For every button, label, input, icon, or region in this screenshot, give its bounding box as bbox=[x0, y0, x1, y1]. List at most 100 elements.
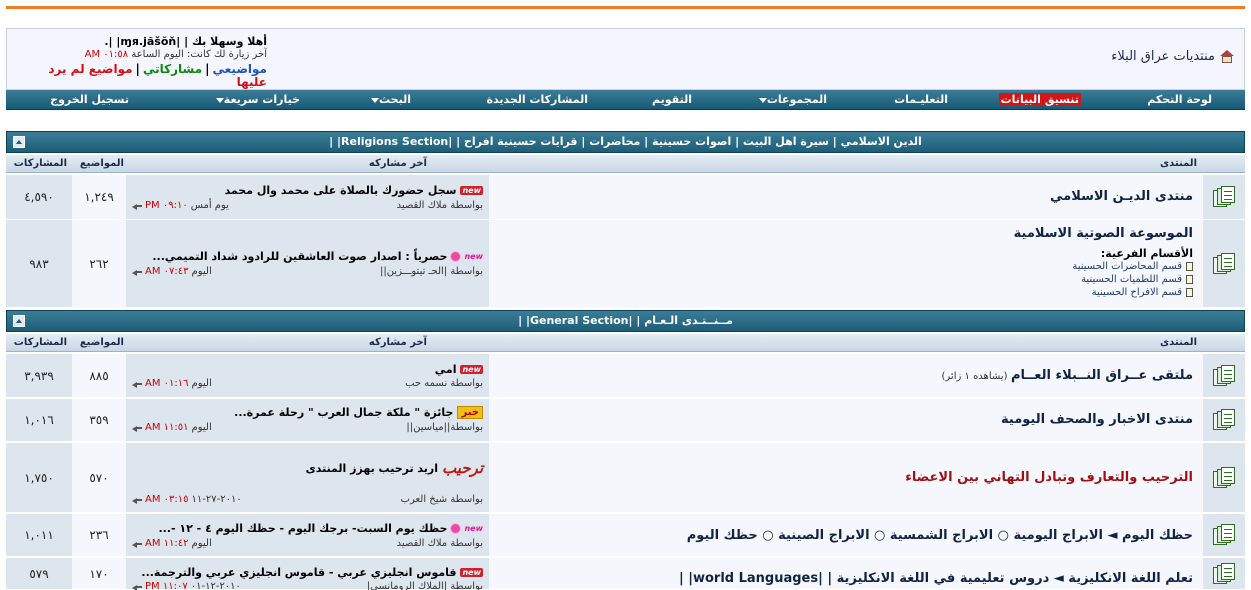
forum-row: الترحيب والتعارف وتبادل التهاني بين الاع… bbox=[6, 443, 1245, 513]
forum-name-link[interactable]: الموسوعة الصوتية الاسلامية bbox=[499, 226, 1193, 241]
welcome-text: أهلا وسهلا بك | |ɱя.jăšŏň| |. bbox=[104, 35, 267, 48]
last-post-title[interactable]: new قاموس انجليزي عربي - قاموس انجليزي عر… bbox=[141, 566, 483, 579]
last-post: خبر جائزة " ملكة جمال العرب " رحلة عمرة..… bbox=[126, 399, 489, 441]
last-post-title-text[interactable]: جائزة " ملكة جمال العرب " رحلة عمرة... bbox=[234, 406, 453, 419]
nav-groups-label: المجموعات bbox=[766, 93, 827, 106]
forum-folder-icon bbox=[1212, 409, 1236, 431]
category-title[interactable]: مــنــتـدى الـعـام | |General Section| | bbox=[518, 314, 733, 327]
last-post-author[interactable]: بواسطة شيخ العرب bbox=[401, 494, 483, 505]
nav-calendar[interactable]: التقويم bbox=[652, 93, 692, 106]
subforum-doc-icon bbox=[1186, 288, 1193, 297]
nav-control-panel[interactable]: لوحة التحكم bbox=[1147, 93, 1212, 106]
forum-row: منتدى الاخبار والصحف اليومية خبر جائزة " … bbox=[6, 399, 1245, 442]
last-post-date: اليوم ٠٧:٤٣ AM bbox=[132, 266, 212, 277]
col-posts: المشاركات bbox=[13, 158, 67, 169]
forum-row: الموسوعة الصوتية الاسلامية الأقسام الفرع… bbox=[6, 220, 1245, 308]
goto-last-post-icon[interactable] bbox=[132, 380, 142, 388]
forum-status-icon bbox=[1203, 558, 1245, 589]
goto-last-post-icon[interactable] bbox=[132, 496, 142, 504]
chevron-down-icon bbox=[758, 97, 767, 103]
last-post-date: اليوم ١١:٥١ AM bbox=[132, 422, 212, 433]
last-post-author[interactable]: بواسطة نسمه حب bbox=[405, 378, 483, 389]
site-title[interactable]: منتديات عراق البلاء bbox=[1111, 49, 1234, 64]
nav-quick-options[interactable]: خيارات سريعة bbox=[212, 93, 300, 106]
last-post: new سجل حضورك بالصلاة على محمد وال محمد ب… bbox=[126, 175, 489, 219]
forum-name-link[interactable]: حظك اليوم ◄ الابراج اليومية ○ الابراج ال… bbox=[687, 528, 1193, 543]
forum-name-link[interactable]: ملتقى عــراق النــبلاء العــام bbox=[1011, 368, 1193, 383]
last-post-title-text[interactable]: حظك يوم السبت- برجك اليوم - حظك اليوم ٤ … bbox=[158, 522, 447, 535]
subforum-link[interactable]: قسم اللطميات الحسينية bbox=[499, 273, 1193, 286]
collapse-icon[interactable] bbox=[13, 136, 25, 148]
nav-search-label: البحث bbox=[379, 93, 411, 106]
last-post-time: ٠٧:٤٣ AM bbox=[145, 266, 189, 277]
last-post-day: اليوم bbox=[191, 538, 212, 549]
nav-new-posts[interactable]: المشاركات الجديدة bbox=[486, 93, 588, 106]
last-post-title[interactable]: new حصرياً : اصدار صوت العاشقين للرادود ش… bbox=[152, 250, 483, 263]
last-post-date: ٢٠١٠-٢٧-١١ ٠٣:١٥ AM bbox=[132, 494, 242, 505]
nav-instructions[interactable]: التعليـمات bbox=[894, 93, 948, 106]
site-title-text[interactable]: منتديات عراق البلاء bbox=[1111, 49, 1215, 64]
thread-count: ١٧٠ bbox=[72, 558, 126, 589]
col-forum: المنتدى bbox=[1160, 337, 1197, 348]
last-post-title-text[interactable]: اريد ترحيب بهزز المنتدى bbox=[306, 462, 438, 475]
home-icon[interactable] bbox=[1220, 50, 1234, 63]
forum-status-icon bbox=[1203, 354, 1245, 397]
col-last-post: آخر مشاركه bbox=[368, 158, 427, 169]
last-post-title[interactable]: new امي bbox=[435, 363, 483, 376]
category-bar-religions[interactable]: الدين الاسلامي | سيرة اهل البيت | اصوات … bbox=[6, 131, 1245, 153]
forum-name-link[interactable]: الترحيب والتعارف وتبادل التهاني بين الاع… bbox=[905, 470, 1193, 485]
new-badge: new bbox=[460, 186, 483, 195]
last-post-author[interactable]: بواسطة |الملاك الرومانسي| bbox=[367, 581, 483, 590]
post-count: ١,٠١١ bbox=[6, 514, 72, 556]
post-count: ٩٨٣ bbox=[6, 220, 72, 307]
subforum-link[interactable]: قسم المحاضرات الحسينية bbox=[499, 260, 1193, 273]
last-post-title-text[interactable]: سجل حضورك بالصلاة على محمد وال محمد bbox=[225, 184, 457, 197]
subforums-heading: الأقسام الفرعية: bbox=[1100, 247, 1193, 260]
thread-count: ٢٦٢ bbox=[72, 220, 126, 307]
goto-last-post-icon[interactable] bbox=[132, 424, 142, 432]
subforum-link[interactable]: قسم الافراح الحسينية bbox=[499, 286, 1193, 299]
forum-name-link[interactable]: منتدى الاخبار والصحف اليومية bbox=[1001, 412, 1193, 427]
last-visit: آخر زيارة لك كانت: اليوم الساعة ٠١:٥٨ AM bbox=[15, 48, 267, 61]
last-post-title-text[interactable]: حصرياً : اصدار صوت العاشقين للرادود شداد… bbox=[152, 250, 447, 263]
last-post-author[interactable]: بواسطة||مياسين|| bbox=[406, 422, 483, 433]
goto-last-post-icon[interactable] bbox=[132, 583, 142, 590]
forum-folder-icon bbox=[1212, 186, 1236, 208]
my-threads-link[interactable]: مواضيعي bbox=[213, 62, 267, 76]
last-post-title-text[interactable]: قاموس انجليزي عربي - قاموس انجليزي عربي … bbox=[141, 566, 456, 579]
last-post-title[interactable]: new حظك يوم السبت- برجك اليوم - حظك اليوم… bbox=[158, 522, 483, 535]
goto-last-post-icon[interactable] bbox=[132, 202, 142, 210]
last-post-author[interactable]: بواسطة ملاك القصيد bbox=[397, 538, 483, 549]
last-post-title-text[interactable]: امي bbox=[435, 363, 457, 376]
forum-folder-icon bbox=[1212, 562, 1236, 585]
last-post: ترحيب اريد ترحيب بهزز المنتدى بواسطة شيخ … bbox=[126, 443, 489, 512]
last-post-author[interactable]: بواسطة |الحـ تيتوـــزين|| bbox=[380, 266, 483, 277]
nav-logout[interactable]: تسجيل الخروج bbox=[50, 93, 129, 106]
forum-info: منتدى الديـن الاسلامي bbox=[489, 175, 1203, 219]
post-count: ٤,٥٩٠ bbox=[6, 175, 72, 219]
forum-folder-icon bbox=[1212, 252, 1236, 275]
collapse-icon[interactable] bbox=[13, 315, 25, 327]
forum-name-link[interactable]: منتدى الديـن الاسلامي bbox=[1050, 189, 1193, 204]
nav-search[interactable]: البحث bbox=[367, 93, 411, 106]
last-post-title[interactable]: new سجل حضورك بالصلاة على محمد وال محمد bbox=[225, 184, 483, 197]
goto-last-post-icon[interactable] bbox=[132, 540, 142, 548]
last-post-title[interactable]: ترحيب اريد ترحيب بهزز المنتدى bbox=[306, 459, 483, 477]
forum-info: ملتقى عــراق النــبلاء العــام (يشاهده ١… bbox=[489, 354, 1203, 397]
flower-icon bbox=[451, 252, 461, 261]
post-count: ٣,٩٣٩ bbox=[6, 354, 72, 397]
forum-info: حظك اليوم ◄ الابراج اليومية ○ الابراج ال… bbox=[489, 514, 1203, 556]
last-post-date: يوم أمس ٠٩:١٠ PM bbox=[132, 200, 229, 211]
my-posts-link[interactable]: مشاركاتي bbox=[143, 62, 202, 76]
last-post-title[interactable]: خبر جائزة " ملكة جمال العرب " رحلة عمرة..… bbox=[234, 406, 483, 419]
category-bar-general[interactable]: مــنــتـدى الـعـام | |General Section| | bbox=[6, 310, 1245, 332]
forum-name-link[interactable]: تعلم اللغة الانكليزية ◄ دروس تعليمية في … bbox=[679, 571, 1193, 586]
category-title[interactable]: الدين الاسلامي | سيرة اهل البيت | اصوات … bbox=[329, 135, 922, 148]
last-post-author[interactable]: بواسطة ملاك القصيد bbox=[397, 200, 483, 211]
last-post-day: اليوم bbox=[191, 422, 212, 433]
nav-groups[interactable]: المجموعات bbox=[755, 93, 827, 106]
thread-count: ٥٧٠ bbox=[72, 443, 126, 512]
nav-format[interactable]: تنسيق البيانات bbox=[998, 93, 1081, 106]
goto-last-post-icon[interactable] bbox=[132, 268, 142, 276]
last-post-date: ٢٠١٠-١٢-٠١ ١١:٠٧ PM bbox=[132, 581, 241, 590]
